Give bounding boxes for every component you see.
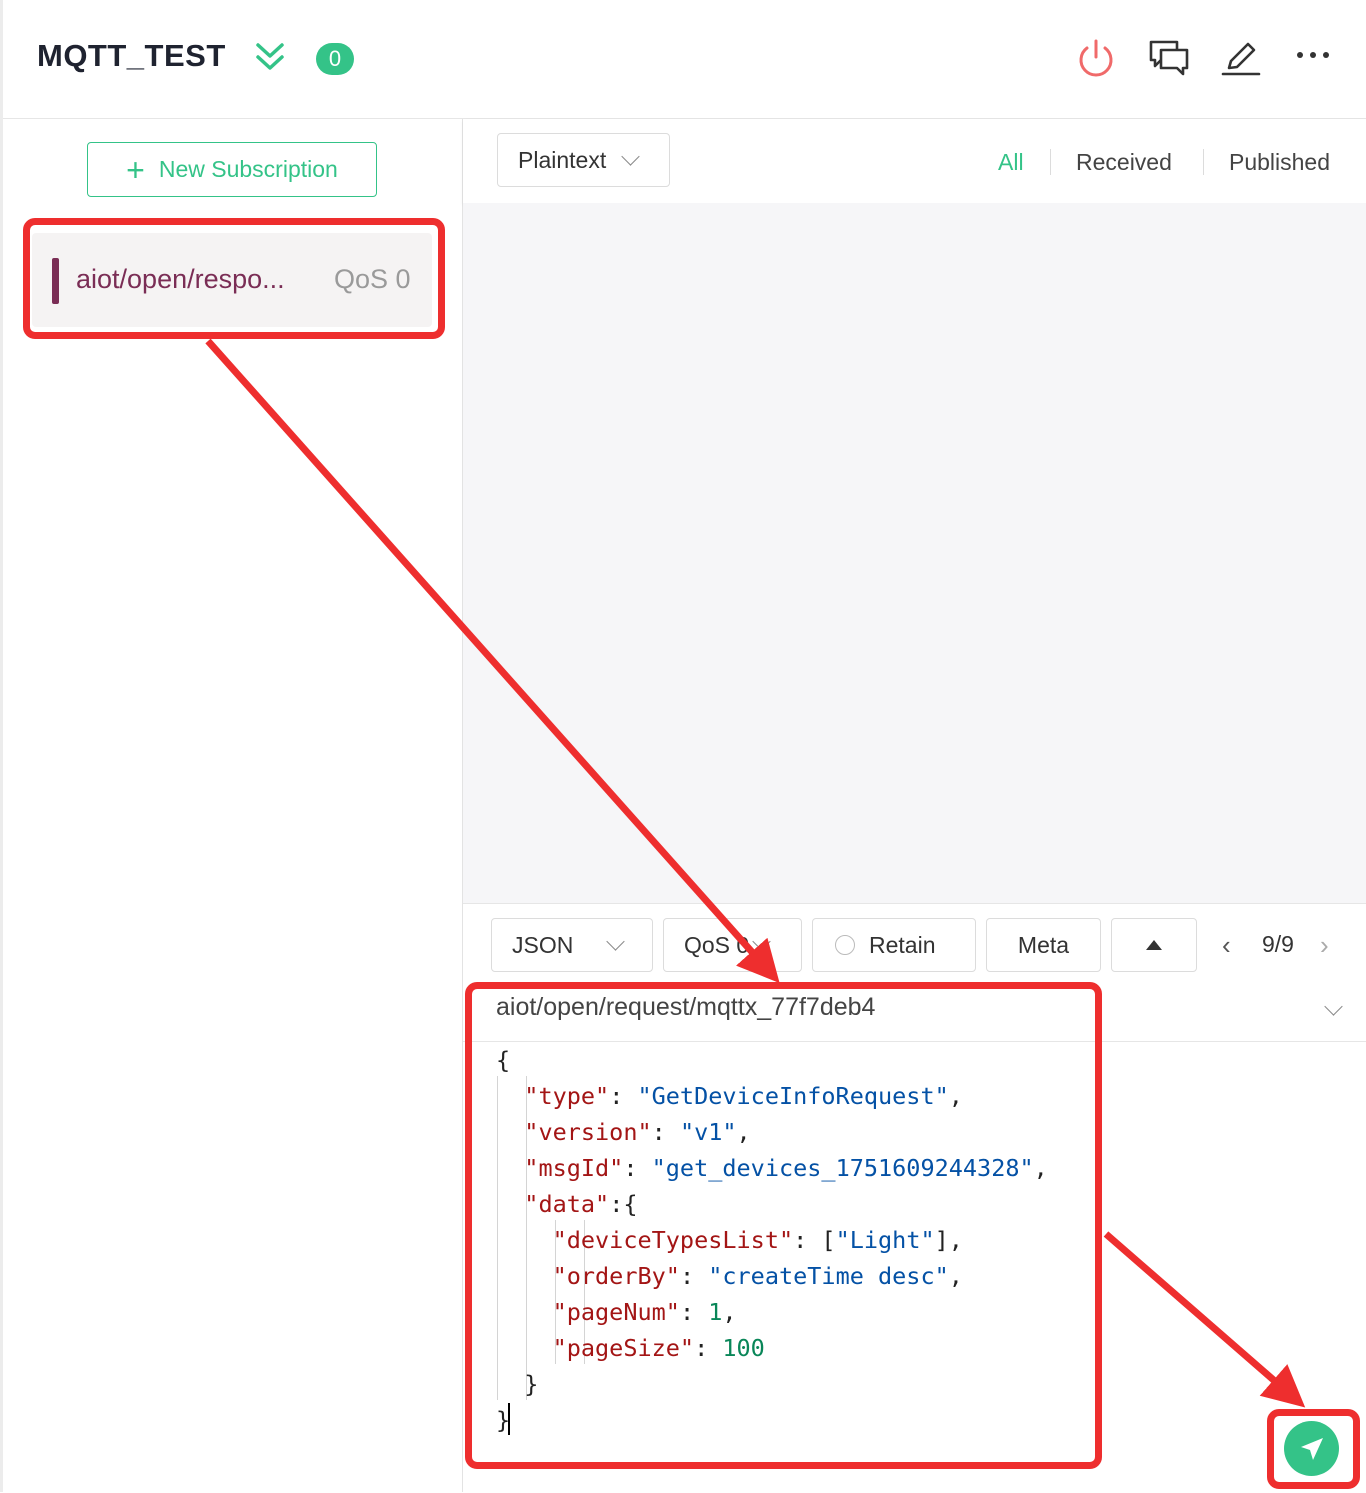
annotation-arrow — [1103, 1231, 1306, 1408]
annotation-arrows — [205, 338, 1306, 1408]
annotation-arrow — [205, 338, 780, 984]
